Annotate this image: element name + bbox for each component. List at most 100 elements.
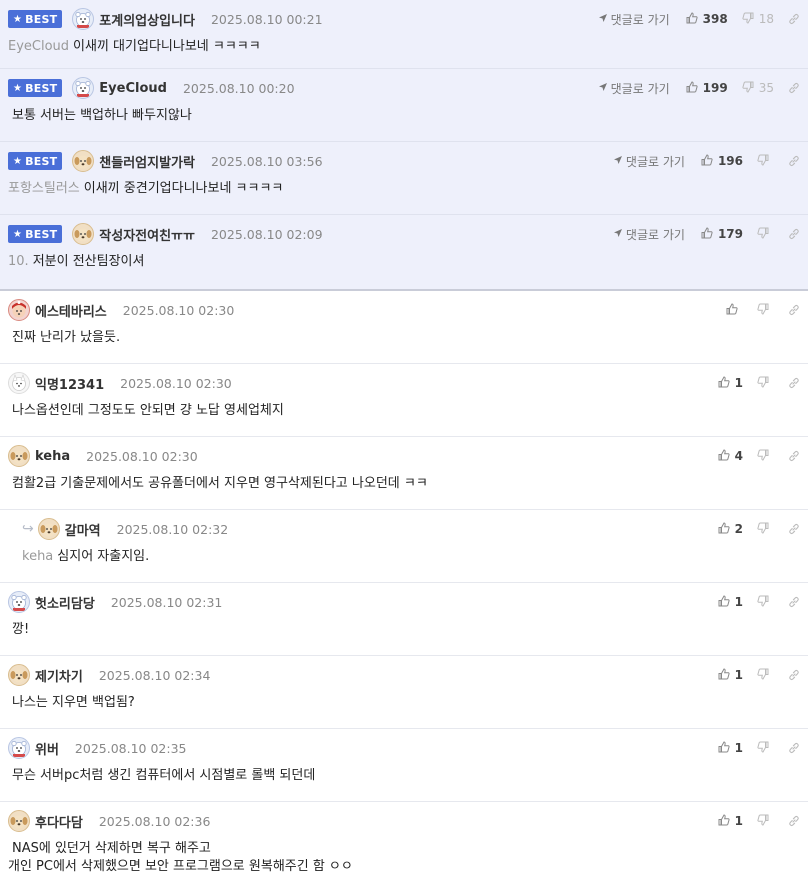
upvote-button[interactable]: 1: [718, 375, 743, 391]
link-icon[interactable]: [788, 377, 800, 389]
link-icon[interactable]: [788, 304, 800, 316]
comment-date: 2025.08.10 02:34: [98, 667, 211, 683]
downvote-button[interactable]: [757, 814, 774, 829]
upvote-count: 196: [717, 154, 743, 168]
downvote-button[interactable]: [757, 376, 774, 391]
comment-date: 2025.08.10 02:30: [120, 375, 232, 391]
downvote-button[interactable]: 18: [742, 12, 774, 27]
comment-text: 보통 서버는 백업하나 빠두지않나: [12, 108, 192, 123]
mention-nickname[interactable]: 포항스틸러스: [8, 181, 80, 196]
best-comment-row: ★ BEST 챈들러엄지발가락 2025.08.10 03:56 댓글로 가기 196 포항…: [0, 142, 808, 215]
upvote-button[interactable]: 179: [701, 226, 743, 242]
comment-nickname[interactable]: 갈마역: [65, 520, 101, 539]
thumbs-up-icon: [718, 740, 730, 756]
link-icon[interactable]: [788, 82, 800, 94]
send-arrow-icon: [598, 12, 608, 26]
avatar[interactable]: [8, 591, 30, 613]
mention-nickname[interactable]: keha: [22, 549, 53, 564]
downvote-button[interactable]: [757, 741, 774, 756]
link-icon[interactable]: [788, 523, 800, 535]
comment-body: 포항스틸러스 이새끼 중견기업다니나보네 ㅋㅋㅋㅋ: [8, 180, 800, 198]
goto-comment-link[interactable]: 댓글로 가기: [598, 80, 670, 97]
upvote-count: 199: [702, 81, 728, 95]
link-icon[interactable]: [788, 742, 800, 754]
upvote-button[interactable]: 196: [701, 153, 743, 169]
link-icon[interactable]: [788, 450, 800, 462]
thumbs-down-icon: [757, 303, 769, 318]
upvote-button[interactable]: 1: [718, 594, 743, 610]
upvote-button[interactable]: [726, 302, 743, 318]
thumbs-up-icon: [726, 302, 738, 318]
comment-list: ★ BEST 포계의업상입니다 2025.08.10 00:21 댓글로 가기 398 18…: [0, 0, 808, 891]
avatar[interactable]: [72, 8, 95, 30]
comment-body: 나스옵션인데 그정도도 안되면 걍 노답 영세업체지: [8, 402, 800, 420]
avatar[interactable]: [72, 223, 95, 245]
downvote-button[interactable]: [757, 668, 774, 683]
link-icon[interactable]: [788, 155, 800, 167]
comment-nickname[interactable]: 헛소리담당: [35, 593, 95, 612]
downvote-button[interactable]: [757, 595, 774, 610]
avatar[interactable]: [8, 810, 30, 832]
comment-date: 2025.08.10 02:09: [210, 226, 323, 242]
thumbs-up-icon: [686, 80, 698, 96]
goto-comment-link[interactable]: 댓글로 가기: [613, 226, 685, 243]
comment-body: 나스는 지우면 백업됨?: [8, 694, 800, 712]
link-icon[interactable]: [788, 815, 800, 827]
avatar[interactable]: [8, 372, 30, 394]
comment-date: 2025.08.10 00:21: [210, 11, 323, 27]
downvote-button[interactable]: [757, 303, 774, 318]
avatar[interactable]: [8, 737, 30, 759]
downvote-button[interactable]: [757, 522, 774, 537]
comment-header: 제기차기 2025.08.10 02:34 1: [8, 664, 800, 686]
comment-body: keha 심지어 자출지임.: [22, 548, 800, 566]
thumbs-down-icon: [757, 814, 769, 829]
star-icon: ★: [13, 13, 23, 25]
mention-nickname[interactable]: EyeCloud: [8, 39, 69, 54]
comment-nickname[interactable]: 포계의업상입니다: [99, 10, 195, 29]
comment-nickname[interactable]: 후다다담: [35, 812, 83, 831]
link-icon[interactable]: [788, 13, 800, 25]
comment-nickname[interactable]: 위버: [35, 739, 59, 758]
comment-actions: 댓글로 가기 398 18: [598, 11, 800, 28]
comment-nickname[interactable]: 에스테바리스: [35, 301, 107, 320]
comment-nickname[interactable]: 제기차기: [35, 666, 83, 685]
link-icon[interactable]: [788, 669, 800, 681]
star-icon: ★: [13, 228, 23, 240]
link-icon[interactable]: [788, 596, 800, 608]
link-icon[interactable]: [788, 228, 800, 240]
comment-nickname[interactable]: keha: [35, 449, 70, 464]
comment-nickname[interactable]: 익명12341: [35, 374, 104, 393]
avatar[interactable]: [8, 299, 30, 321]
comment-text: 심지어 자출지임.: [57, 549, 150, 564]
downvote-button[interactable]: [757, 449, 774, 464]
downvote-button[interactable]: [757, 154, 774, 169]
upvote-button[interactable]: 199: [686, 80, 728, 96]
comment-actions: 2: [718, 521, 800, 537]
comment-header: 익명12341 2025.08.10 02:30 1: [8, 372, 800, 394]
comment-nickname[interactable]: 챈들러엄지발가락: [99, 152, 195, 171]
avatar[interactable]: [8, 445, 30, 467]
comment-header: 에스테바리스 2025.08.10 02:30: [8, 299, 800, 321]
best-comment-row: ★ BEST EyeCloud 2025.08.10 00:20 댓글로 가기 199 35…: [0, 69, 808, 142]
downvote-button[interactable]: 35: [742, 81, 774, 96]
avatar[interactable]: [72, 77, 95, 99]
goto-comment-label: 댓글로 가기: [610, 12, 670, 27]
comment-header: 헛소리담당 2025.08.10 02:31 1: [8, 591, 800, 613]
avatar[interactable]: [8, 664, 30, 686]
upvote-count: 1: [734, 376, 743, 390]
avatar[interactable]: [72, 150, 95, 172]
mention-nickname[interactable]: 10.: [8, 254, 29, 269]
upvote-button[interactable]: 1: [718, 740, 743, 756]
upvote-button[interactable]: 1: [718, 813, 743, 829]
downvote-button[interactable]: [757, 227, 774, 242]
upvote-button[interactable]: 398: [686, 11, 728, 27]
upvote-button[interactable]: 1: [718, 667, 743, 683]
upvote-button[interactable]: 4: [718, 448, 743, 464]
upvote-button[interactable]: 2: [718, 521, 743, 537]
comment-nickname[interactable]: 작성자전여친ㅠㅠ: [99, 225, 195, 244]
goto-comment-link[interactable]: 댓글로 가기: [613, 153, 685, 170]
avatar[interactable]: [37, 518, 60, 540]
comment-body: EyeCloud 이새끼 대기업다니나보네 ㅋㅋㅋㅋ: [8, 38, 800, 56]
comment-nickname[interactable]: EyeCloud: [99, 81, 167, 96]
goto-comment-link[interactable]: 댓글로 가기: [598, 11, 670, 28]
